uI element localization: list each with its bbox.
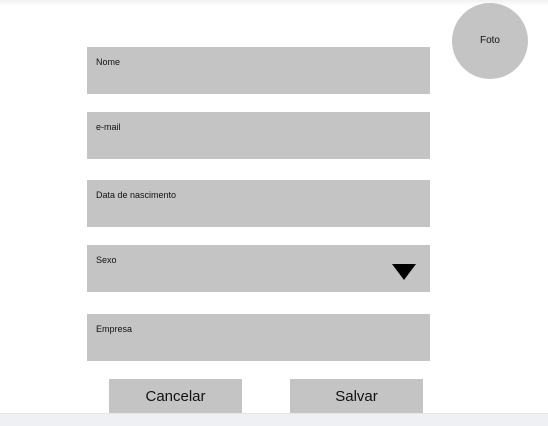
name-field-label: Nome: [96, 57, 121, 67]
photo-placeholder[interactable]: Foto: [452, 3, 528, 79]
email-field-label: e-mail: [96, 122, 121, 132]
bottom-bar: [0, 413, 548, 426]
triangle-down-icon[interactable]: [392, 264, 416, 280]
birthdate-field-label: Data de nascimento: [96, 190, 177, 200]
email-field[interactable]: e-mail: [87, 112, 430, 159]
save-button[interactable]: Salvar: [290, 379, 423, 413]
top-shadow-strip: [0, 0, 548, 6]
sex-select[interactable]: Sexo: [87, 245, 430, 292]
company-field-label: Empresa: [96, 324, 133, 334]
sex-select-label: Sexo: [96, 255, 117, 265]
photo-label: Foto: [479, 35, 500, 46]
birthdate-field[interactable]: Data de nascimento: [87, 180, 430, 227]
company-field[interactable]: Empresa: [87, 314, 430, 361]
name-field[interactable]: Nome: [87, 47, 430, 94]
cancel-button[interactable]: Cancelar: [109, 379, 242, 413]
